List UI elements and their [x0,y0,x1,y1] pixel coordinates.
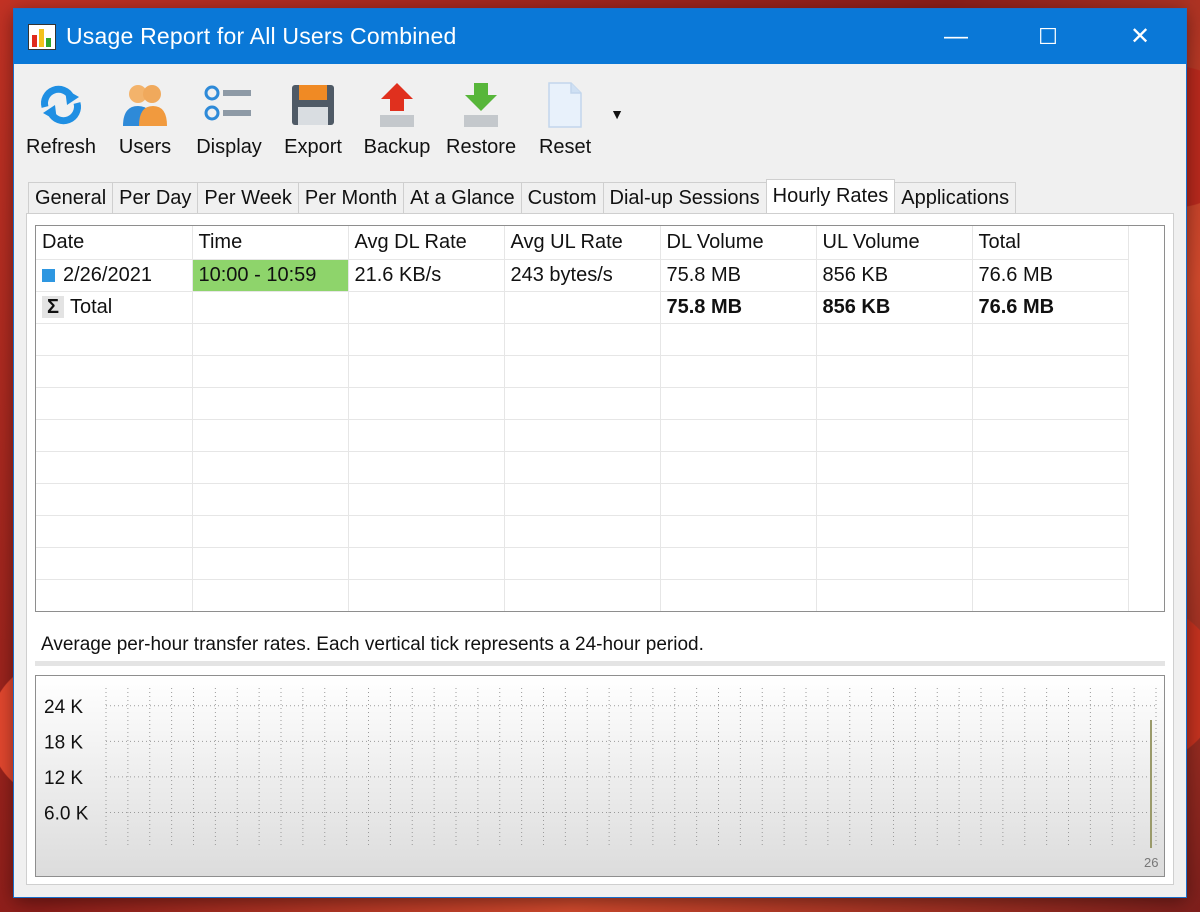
tab-per-week[interactable]: Per Week [197,182,299,213]
refresh-icon [35,80,87,130]
cell-dl-volume: 75.8 MB [660,259,817,292]
app-bar-chart-icon [28,23,56,50]
column-header-dl-volume[interactable]: DL Volume [660,226,817,260]
table-row-empty [36,451,1129,484]
tab-per-day[interactable]: Per Day [112,182,199,213]
users-button[interactable]: Users [110,80,180,159]
export-label: Export [284,136,342,158]
tab-dial-up-sessions[interactable]: Dial-up Sessions [602,182,767,213]
table-row-empty [36,483,1129,516]
table-row-empty [36,355,1129,388]
floppy-disk-icon [287,80,339,130]
users-icon [119,80,171,130]
reset-label: Reset [538,136,592,158]
export-button[interactable]: Export [278,80,348,159]
column-header-ul-volume[interactable]: UL Volume [816,226,973,260]
toolbar: Refresh Users Display Export Backup Rest… [14,64,1186,172]
tab-custom[interactable]: Custom [520,182,604,213]
cell-date-text: 2/26/2021 [63,264,152,286]
table-row-empty [36,387,1129,420]
cell-empty [192,291,349,324]
cell-time: 10:00 - 10:59 [192,259,349,292]
cell-avg-ul-rate: 243 bytes/s [504,259,661,292]
row-color-square-icon [42,269,55,282]
chart-y-tick-label: 24 K [44,697,83,718]
caption-separator [35,661,1165,666]
tab-at-a-glance[interactable]: At a Glance [403,182,522,213]
users-label: Users [118,136,172,158]
cell-avg-dl-rate: 21.6 KB/s [348,259,505,292]
chart-y-tick-label: 18 K [44,732,83,753]
column-header-avg-ul-rate[interactable]: Avg UL Rate [504,226,661,260]
hourly-rates-table[interactable]: Date Time Avg DL Rate Avg UL Rate DL Vol… [35,225,1165,612]
cell-total-dl-volume: 75.8 MB [660,291,817,324]
restore-label: Restore [446,136,517,158]
column-header-date[interactable]: Date [36,226,193,260]
backup-label: Backup [363,136,431,158]
title-bar[interactable]: Usage Report for All Users Combined — ☐ … [14,9,1186,64]
cell-total-label: Σ Total [36,291,193,324]
chart-y-tick-label: 6.0 K [44,803,89,824]
upload-arrow-icon [371,80,423,130]
minimize-button[interactable]: — [910,9,1002,64]
tab-per-month[interactable]: Per Month [297,182,405,213]
tab-general[interactable]: General [28,182,114,213]
table-row-empty [36,515,1129,548]
refresh-label: Refresh [26,136,97,158]
column-header-total[interactable]: Total [972,226,1129,260]
cell-ul-volume: 856 KB [816,259,973,292]
hourly-rate-chart-svg: 24 K 18 K 12 K 6.0 K 26 [44,688,1158,870]
maximize-button[interactable]: ☐ [1002,9,1094,64]
close-button[interactable]: ✕ [1094,9,1186,64]
chart-bar [1150,720,1152,848]
reset-button[interactable]: Reset [530,80,600,159]
refresh-button[interactable]: Refresh [26,80,96,159]
report-tabs: General Per Day Per Week Per Month At a … [28,179,1017,214]
cell-total: 76.6 MB [972,259,1129,292]
display-label: Display [196,136,262,158]
tab-hourly-rates[interactable]: Hourly Rates [765,179,896,213]
restore-button[interactable]: Restore [446,80,516,159]
column-header-avg-dl-rate[interactable]: Avg DL Rate [348,226,505,260]
chart-caption: Average per-hour transfer rates. Each ve… [41,634,704,655]
cell-empty [504,291,661,324]
total-label-text: Total [70,296,113,318]
sigma-icon: Σ [42,296,64,318]
table-row-empty [36,547,1129,580]
cell-empty [348,291,505,324]
table-row-empty [36,579,1129,611]
chart-y-tick-label: 12 K [44,768,83,789]
display-button[interactable]: Display [194,80,264,159]
window-title: Usage Report for All Users Combined [66,23,457,49]
display-list-icon [203,80,255,130]
cell-total-total: 76.6 MB [972,291,1129,324]
usage-report-window: Usage Report for All Users Combined — ☐ … [14,9,1186,897]
chart-x-tick-label: 26 [1144,855,1158,870]
toolbar-more-dropdown-icon[interactable]: ▼ [610,106,624,122]
cell-total-ul-volume: 856 KB [816,291,973,324]
download-arrow-icon [455,80,507,130]
table-total-row[interactable]: Σ Total 75.8 MB 856 KB 76.6 MB [36,291,1129,324]
table-row-empty [36,323,1129,356]
cell-date: 2/26/2021 [36,259,193,292]
backup-button[interactable]: Backup [362,80,432,159]
hourly-rate-chart: 24 K 18 K 12 K 6.0 K 26 [35,675,1165,877]
hourly-rates-panel: Date Time Avg DL Rate Avg UL Rate DL Vol… [26,213,1174,885]
table-row-empty [36,419,1129,452]
table-row[interactable]: 2/26/2021 10:00 - 10:59 21.6 KB/s 243 by… [36,259,1129,292]
column-header-time[interactable]: Time [192,226,349,260]
tab-applications[interactable]: Applications [894,182,1017,213]
table-header-row: Date Time Avg DL Rate Avg UL Rate DL Vol… [36,226,1129,260]
blank-page-icon [539,80,591,130]
